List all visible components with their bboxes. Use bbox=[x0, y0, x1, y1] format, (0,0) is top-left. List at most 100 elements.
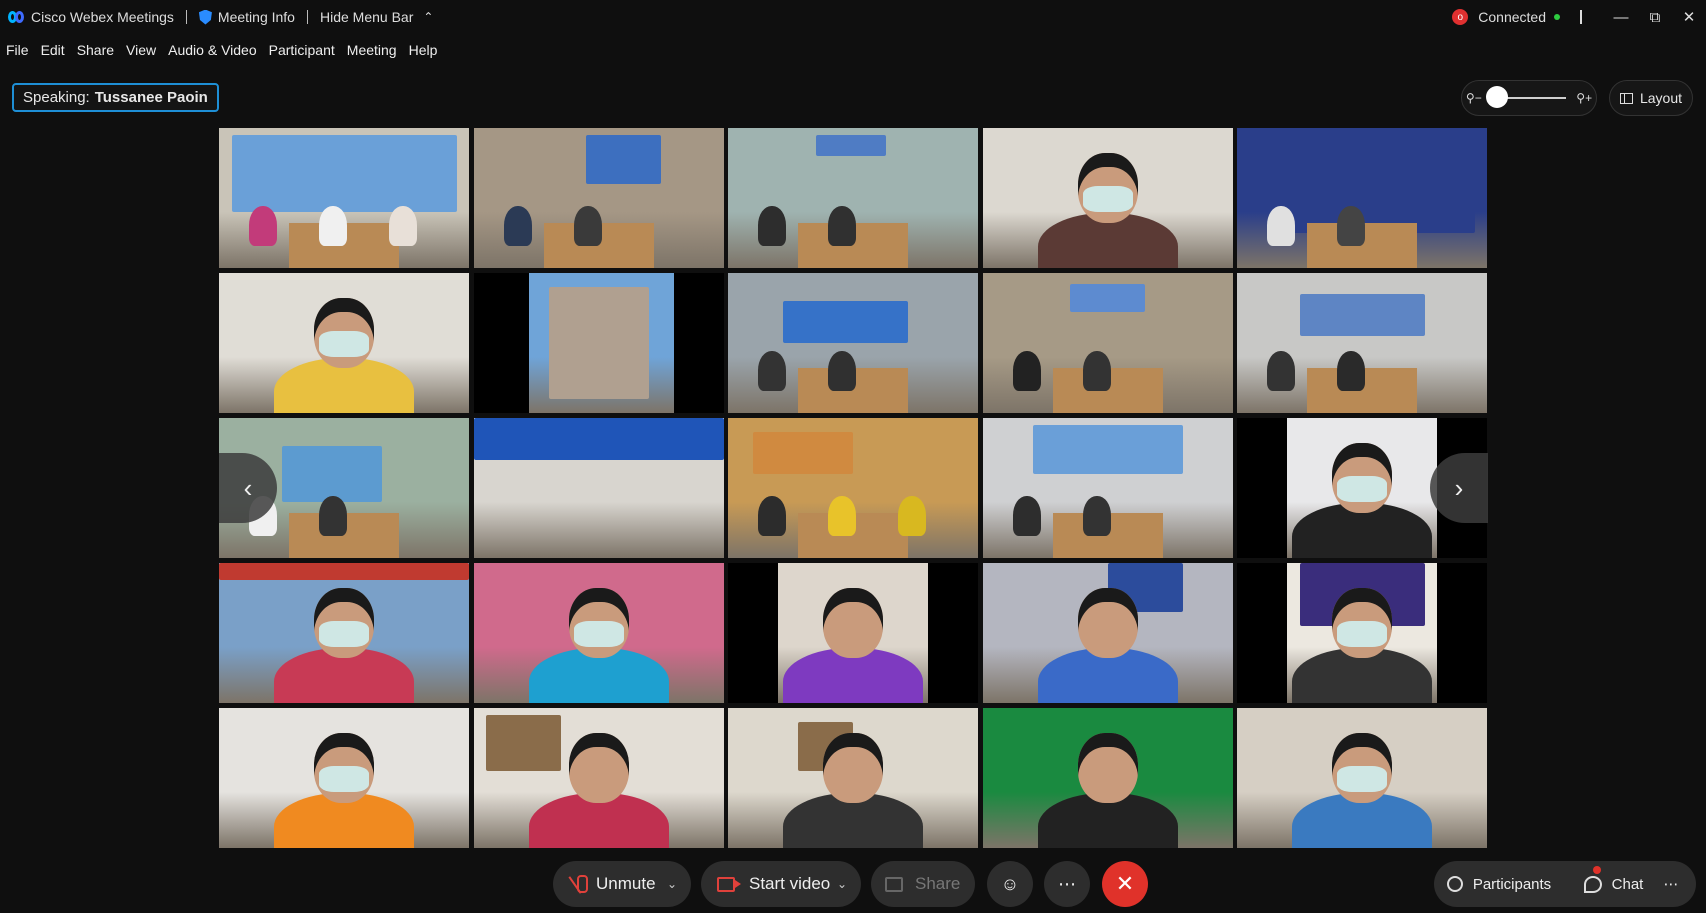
separator bbox=[185, 10, 187, 24]
participant-video-tile[interactable] bbox=[473, 128, 724, 268]
participant-face bbox=[1077, 733, 1138, 803]
participant-video-tile[interactable] bbox=[982, 273, 1233, 413]
participant-figure bbox=[1012, 351, 1041, 391]
separator bbox=[1580, 10, 1582, 24]
participant-video-tile[interactable] bbox=[1237, 563, 1487, 703]
participant-figure bbox=[1267, 351, 1295, 391]
participant-video-tile[interactable] bbox=[473, 563, 724, 703]
zoom-slider-handle[interactable] bbox=[1485, 86, 1508, 108]
participant-figure bbox=[1337, 351, 1365, 391]
participant-figure bbox=[758, 496, 786, 536]
participant-video-tile[interactable] bbox=[728, 418, 978, 558]
zoom-in-icon[interactable]: ⚲+ bbox=[1572, 91, 1596, 105]
meeting-info-button[interactable]: Meeting Info bbox=[198, 9, 295, 25]
letterbox-bar bbox=[1437, 563, 1487, 703]
zoom-out-icon[interactable]: ⚲− bbox=[1462, 91, 1486, 105]
layout-label: Layout bbox=[1639, 90, 1683, 106]
participant-video-tile[interactable] bbox=[1237, 273, 1487, 413]
wall-banner bbox=[1287, 135, 1475, 233]
start-video-label: Start video bbox=[749, 874, 831, 893]
menu-view[interactable]: View bbox=[126, 42, 156, 58]
ellipsis-icon: ⋯ bbox=[1058, 873, 1076, 894]
connected-dot-icon bbox=[1554, 14, 1560, 20]
participant-video-tile[interactable] bbox=[982, 563, 1233, 703]
participants-button[interactable]: Participants bbox=[1434, 861, 1564, 907]
reactions-button[interactable]: ☺ bbox=[987, 861, 1033, 907]
start-video-button[interactable]: Start video ⌄ bbox=[701, 861, 861, 907]
participants-icon bbox=[1446, 876, 1463, 892]
participant-video-tile[interactable] bbox=[982, 128, 1233, 268]
hide-menu-bar-label: Hide Menu Bar bbox=[319, 9, 414, 25]
participant-video-tile[interactable] bbox=[473, 418, 724, 558]
participant-video-tile[interactable] bbox=[728, 708, 978, 848]
face-mask bbox=[1337, 476, 1387, 502]
participant-figure bbox=[828, 206, 856, 246]
more-options-button[interactable]: ⋯ bbox=[1044, 861, 1090, 907]
participant-figure bbox=[1337, 206, 1365, 246]
participant-video-tile[interactable] bbox=[1237, 708, 1487, 848]
participant-figure bbox=[758, 206, 786, 246]
leave-meeting-button[interactable]: ✕ bbox=[1102, 861, 1148, 907]
video-options-chevron-down-icon[interactable]: ⌄ bbox=[837, 877, 847, 891]
participant-video-tile[interactable] bbox=[219, 128, 469, 268]
close-icon: ✕ bbox=[1115, 871, 1135, 896]
wall-banner bbox=[815, 135, 886, 156]
participant-video-tile[interactable] bbox=[982, 418, 1233, 558]
layout-button[interactable]: Layout bbox=[1609, 80, 1693, 116]
speaker-name: Tussanee Paoin bbox=[94, 89, 208, 106]
participant-figure bbox=[319, 496, 347, 536]
hide-menu-bar-button[interactable]: Hide Menu Bar ⌃ bbox=[320, 9, 433, 25]
participant-video-tile[interactable] bbox=[219, 708, 469, 848]
unmute-label: Unmute bbox=[596, 874, 656, 893]
unmute-button[interactable]: Unmute ⌄ bbox=[553, 861, 691, 907]
wall-banner bbox=[231, 135, 457, 212]
participant-figure bbox=[1082, 496, 1111, 536]
participant-face bbox=[823, 733, 883, 803]
share-button[interactable]: Share bbox=[871, 861, 975, 907]
menu-share[interactable]: Share bbox=[77, 42, 114, 58]
speaking-indicator: Speaking: Tussanee Paoin bbox=[12, 83, 219, 112]
menu-audio-video[interactable]: Audio & Video bbox=[168, 42, 256, 58]
participant-video-tile[interactable] bbox=[473, 708, 724, 848]
face-mask bbox=[319, 621, 369, 647]
face-mask bbox=[319, 766, 369, 792]
menu-edit[interactable]: Edit bbox=[41, 42, 65, 58]
menu-file[interactable]: File bbox=[6, 42, 29, 58]
audio-options-chevron-down-icon[interactable]: ⌄ bbox=[667, 877, 677, 891]
participant-figure bbox=[249, 206, 277, 246]
zoom-control: ⚲− ⚲+ bbox=[1461, 80, 1597, 116]
letterbox-bar bbox=[673, 273, 724, 413]
participant-video-tile[interactable] bbox=[219, 273, 469, 413]
menu-help[interactable]: Help bbox=[409, 42, 438, 58]
participants-label: Participants bbox=[1472, 875, 1552, 893]
participant-figure bbox=[389, 206, 417, 246]
participant-figure bbox=[1082, 351, 1111, 391]
participant-video-tile[interactable] bbox=[1237, 128, 1487, 268]
participant-video-tile[interactable] bbox=[473, 273, 724, 413]
participant-video-tile[interactable] bbox=[728, 128, 978, 268]
restore-button[interactable]: ⧉ bbox=[1638, 0, 1672, 34]
face-mask bbox=[1337, 766, 1387, 792]
participant-video-tile[interactable] bbox=[982, 708, 1233, 848]
participant-face bbox=[568, 733, 629, 803]
app-title: Cisco Webex Meetings bbox=[8, 9, 174, 25]
wall-banner bbox=[753, 432, 853, 474]
panel-more-button[interactable]: ⋯ bbox=[1644, 861, 1698, 907]
zoom-slider[interactable] bbox=[1485, 86, 1567, 108]
participant-video-tile[interactable] bbox=[219, 563, 469, 703]
ellipsis-icon: ⋯ bbox=[1663, 876, 1679, 893]
layout-grid-icon bbox=[1619, 92, 1633, 104]
chat-label: Chat bbox=[1611, 875, 1644, 893]
chat-icon bbox=[1583, 875, 1602, 893]
minimize-button[interactable]: — bbox=[1604, 0, 1638, 34]
participant-video-tile[interactable] bbox=[728, 273, 978, 413]
menu-participant[interactable]: Participant bbox=[269, 42, 335, 58]
participant-video-tile[interactable] bbox=[728, 563, 978, 703]
wall-banner bbox=[281, 446, 382, 502]
close-window-button[interactable]: ✕ bbox=[1672, 0, 1706, 34]
smiley-icon: ☺ bbox=[1000, 873, 1020, 894]
video-grid bbox=[219, 128, 1487, 848]
separator bbox=[306, 10, 308, 24]
menu-meeting[interactable]: Meeting bbox=[347, 42, 397, 58]
recording-icon: o bbox=[1452, 9, 1469, 25]
